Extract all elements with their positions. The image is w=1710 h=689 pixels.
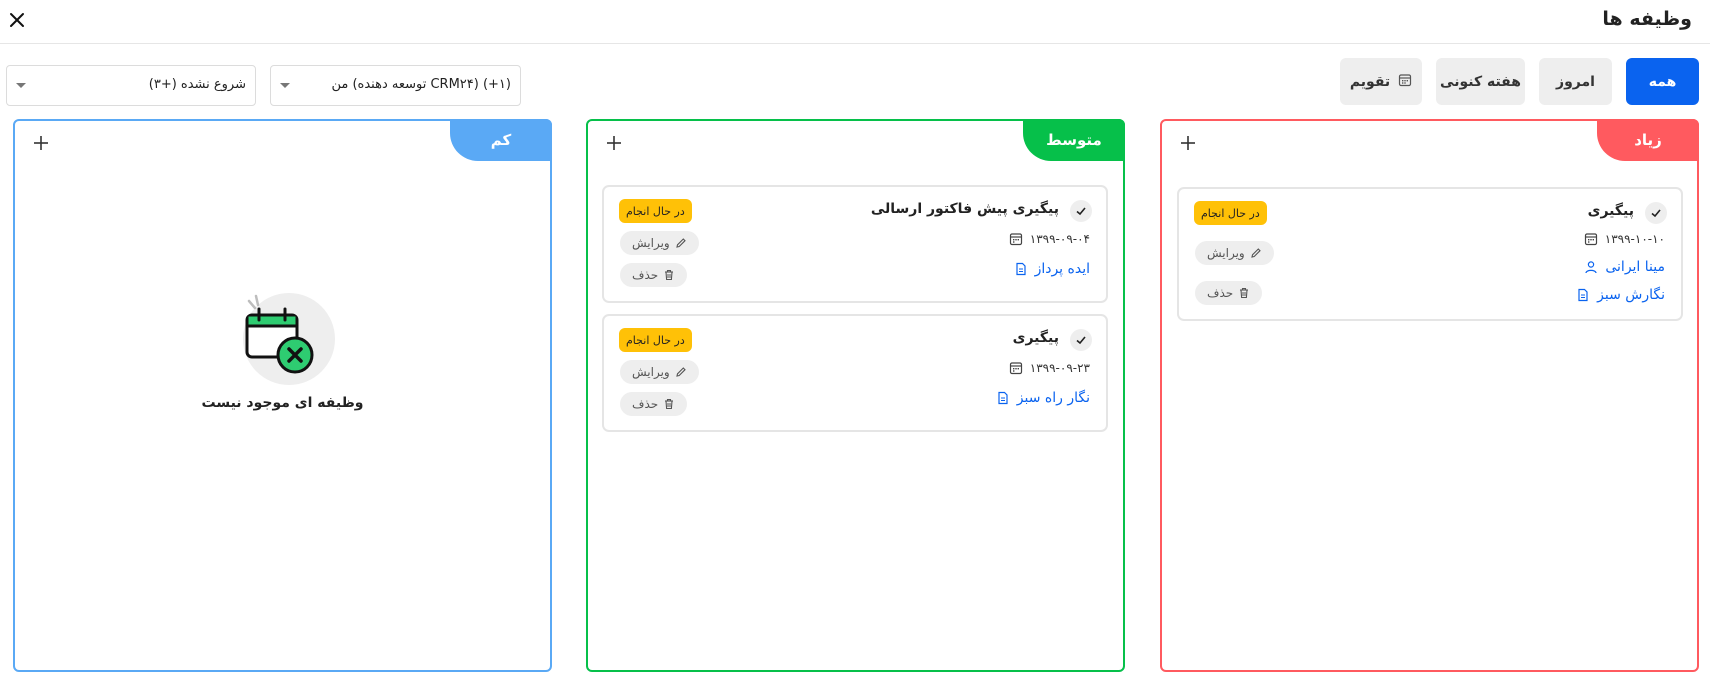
filter-today-button[interactable]: امروز	[1539, 58, 1612, 105]
close-button[interactable]	[4, 4, 30, 32]
calendar-icon	[1008, 231, 1024, 247]
document-icon	[1575, 287, 1591, 303]
task-date: ۱۳۹۹-۰۹-۰۴	[1008, 229, 1090, 249]
filter-all-button[interactable]: همه	[1626, 58, 1699, 105]
check-icon	[1651, 209, 1661, 218]
task-date-text: ۱۳۹۹-۰۹-۲۳	[1029, 361, 1090, 375]
column-header-high: زیاد	[1597, 119, 1699, 161]
status-badge: در حال انجام	[1194, 201, 1267, 225]
task-date: ۱۳۹۹-۱۰-۱۰	[1583, 229, 1665, 249]
edit-label: ویرایش	[632, 236, 670, 250]
add-task-button[interactable]	[30, 132, 52, 154]
trash-icon	[665, 399, 674, 410]
task-card[interactable]: پیگیری در حال انجام ۱۳۹۹-۱۰-۱۰ مینا ایرا…	[1177, 187, 1683, 321]
task-title: پیگیری	[1587, 203, 1634, 219]
edit-task-button[interactable]: ویرایش	[1195, 241, 1274, 265]
delete-task-button[interactable]: حذف	[1195, 281, 1263, 305]
edit-label: ویرایش	[1207, 246, 1245, 260]
task-card[interactable]: پیگیری در حال انجام ۱۳۹۹-۰۹-۲۳ نگار راه …	[602, 314, 1108, 432]
filter-this-week-button[interactable]: هفته کنونی	[1436, 58, 1525, 105]
check-icon	[1076, 207, 1086, 216]
task-company[interactable]: نگار راه سبز	[995, 388, 1090, 408]
task-date-text: ۱۳۹۹-۰۹-۰۴	[1029, 232, 1090, 246]
delete-task-button[interactable]: حذف	[620, 263, 688, 287]
check-icon	[1076, 336, 1086, 345]
pencil-icon	[1251, 248, 1261, 258]
assignee-filter-value: من (توسعه دهنده CRM۲۴) (+۱)	[331, 77, 511, 92]
calendar-view-button[interactable]: تقویم	[1340, 58, 1422, 105]
task-company[interactable]: ایده پرداز	[1013, 259, 1090, 279]
column-medium-priority: متوسط پیگیری پیش فاکتور ارسالی در حال ان…	[586, 119, 1125, 672]
calendar-icon	[1398, 73, 1412, 91]
complete-task-button[interactable]	[1070, 329, 1092, 351]
task-title: پیگیری پیش فاکتور ارسالی	[870, 201, 1059, 217]
trash-icon	[1240, 288, 1249, 299]
empty-calendar-icon	[233, 293, 337, 385]
delete-label: حذف	[1207, 286, 1234, 300]
task-card[interactable]: پیگیری پیش فاکتور ارسالی در حال انجام ۱۳…	[602, 185, 1108, 303]
task-company-link[interactable]: نگار راه سبز	[1017, 390, 1090, 406]
task-contact-link[interactable]: مینا ایرانی	[1605, 259, 1665, 275]
column-high-priority: زیاد پیگیری در حال انجام ۱۳۹۹-۱۰-۱۰ مینا…	[1160, 119, 1699, 672]
document-icon	[995, 390, 1011, 406]
trash-icon	[665, 270, 674, 281]
edit-task-button[interactable]: ویرایش	[620, 231, 699, 255]
task-date: ۱۳۹۹-۰۹-۲۳	[1008, 358, 1090, 378]
add-task-button[interactable]	[1177, 132, 1199, 154]
pencil-icon	[676, 238, 686, 248]
edit-label: ویرایش	[632, 365, 670, 379]
user-icon	[1583, 259, 1599, 275]
column-header-medium: متوسط	[1023, 119, 1125, 161]
status-badge: در حال انجام	[619, 328, 692, 352]
status-filter-value: شروع نشده (+۳)	[148, 77, 246, 92]
plus-icon	[1181, 136, 1195, 150]
delete-label: حذف	[632, 268, 659, 282]
plus-icon	[607, 136, 621, 150]
task-company-link[interactable]: نگارش سبز	[1597, 287, 1665, 303]
calendar-icon	[1583, 231, 1599, 247]
edit-task-button[interactable]: ویرایش	[620, 360, 699, 384]
status-badge: در حال انجام	[619, 199, 692, 223]
complete-task-button[interactable]	[1070, 200, 1092, 222]
task-company-link[interactable]: ایده پرداز	[1035, 261, 1090, 277]
task-title: پیگیری	[1012, 330, 1059, 346]
close-icon	[10, 13, 24, 27]
pencil-icon	[676, 367, 686, 377]
task-company[interactable]: نگارش سبز	[1575, 285, 1665, 305]
calendar-view-label: تقویم	[1349, 73, 1391, 90]
filter-this-week-label: هفته کنونی	[1440, 73, 1521, 90]
page-title: وظیفه ها	[1602, 8, 1692, 30]
delete-label: حذف	[632, 397, 659, 411]
complete-task-button[interactable]	[1645, 202, 1667, 224]
calendar-icon	[1008, 360, 1024, 376]
delete-task-button[interactable]: حذف	[620, 392, 688, 416]
document-icon	[1013, 261, 1029, 277]
chevron-down-icon	[16, 83, 26, 88]
filter-all-label: همه	[1648, 73, 1677, 90]
assignee-filter-dropdown[interactable]: من (توسعه دهنده CRM۲۴) (+۱)	[270, 65, 521, 106]
column-header-low: کم	[450, 119, 552, 161]
column-low-priority: کم وظیفه ای موجود نیست	[13, 119, 552, 672]
task-contact[interactable]: مینا ایرانی	[1583, 257, 1665, 277]
chevron-down-icon	[280, 83, 290, 88]
add-task-button[interactable]	[603, 132, 625, 154]
status-filter-dropdown[interactable]: شروع نشده (+۳)	[6, 65, 256, 106]
plus-icon	[34, 136, 48, 150]
task-date-text: ۱۳۹۹-۱۰-۱۰	[1604, 232, 1665, 246]
filter-today-label: امروز	[1556, 73, 1595, 90]
top-bar: وظیفه ها	[0, 0, 1710, 44]
empty-state-message: وظیفه ای موجود نیست	[201, 395, 364, 411]
